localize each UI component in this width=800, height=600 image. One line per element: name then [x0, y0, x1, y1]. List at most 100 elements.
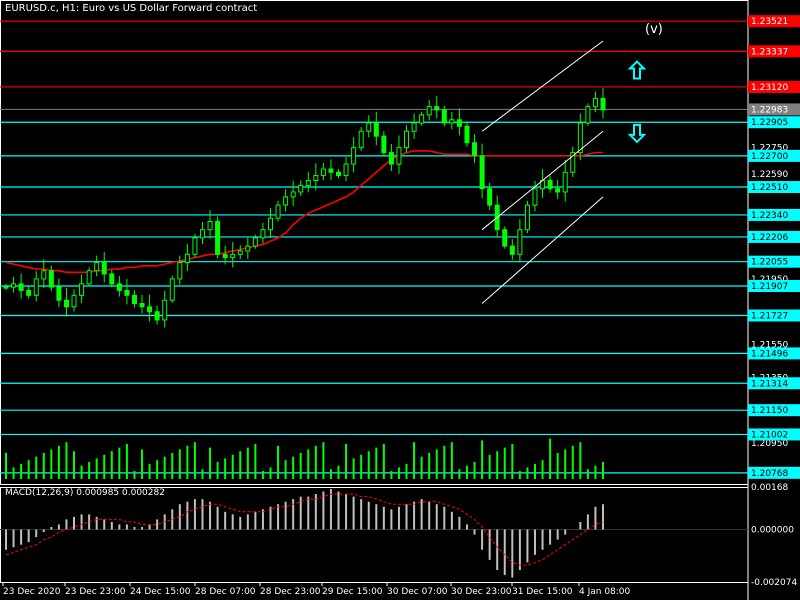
candle-body: [487, 188, 493, 206]
cyan-level-label: 1.21150: [751, 406, 788, 416]
macd-tick-label: 0.000000: [751, 526, 794, 536]
candle-body: [373, 122, 379, 137]
candle-body: [479, 155, 485, 190]
candle-body: [343, 163, 349, 177]
up-arrow-icon: [627, 60, 647, 80]
cyan-level-label: 1.22700: [751, 152, 788, 162]
candle-body: [290, 191, 296, 198]
candle-body: [502, 229, 508, 247]
time-label: 28 Dec 23:00: [260, 587, 321, 597]
candle-body: [283, 196, 289, 206]
candle-body: [464, 125, 470, 144]
candle-body: [592, 97, 598, 108]
main-frame: [0, 0, 749, 485]
candle-body: [63, 299, 69, 308]
price-scale: 1.227501.225901.219501.215501.213501.209…: [748, 15, 800, 588]
candle-body: [101, 262, 107, 275]
candle-body: [419, 114, 425, 124]
candle-body: [230, 253, 236, 259]
time-label: 28 Dec 07:00: [195, 587, 256, 597]
candle-body: [313, 175, 319, 181]
price-tick-label: 1.20950: [751, 439, 788, 449]
candle-body: [381, 135, 387, 154]
current-price-label: 1.22983: [751, 105, 788, 115]
candle-body: [215, 220, 221, 255]
macd-title: MACD(12,26,9) 0.000985 0.000282: [5, 488, 165, 498]
candle-body: [71, 294, 77, 308]
time-label: 30 Dec 07:00: [387, 587, 448, 597]
cyan-level-label: 1.22510: [751, 183, 788, 193]
candle-body: [147, 306, 153, 313]
candle-body: [207, 220, 213, 231]
candle-body: [56, 286, 62, 301]
candle-body: [169, 278, 175, 301]
macd-panel: [0, 489, 748, 578]
cyan-level-label: 1.21496: [751, 349, 788, 359]
candle-body: [79, 283, 85, 296]
candle-body: [472, 142, 478, 157]
time-label: 30 Dec 23:00: [451, 587, 512, 597]
cyan-level-label: 1.21727: [751, 312, 788, 322]
time-label: 4 Jan 08:00: [579, 587, 631, 597]
candle-body: [199, 229, 205, 239]
cyan-level-label: 1.21002: [751, 430, 788, 440]
candle-body: [33, 278, 39, 296]
candle-body: [48, 270, 54, 288]
candle-body: [328, 168, 334, 173]
candle-body: [222, 253, 228, 259]
candle-body: [351, 147, 357, 165]
macd-tick-label: 0.00168: [751, 483, 788, 493]
red-level-label: 1.23521: [751, 17, 788, 27]
candle-body: [41, 270, 47, 280]
candle-body: [260, 229, 266, 239]
price-chart[interactable]: 1.227501.225901.219501.215501.213501.209…: [0, 0, 800, 600]
time-axis: 23 Dec 2020 23 Dec 23:00 24 Dec 15:00 28 De…: [2, 582, 631, 597]
candle-body: [237, 250, 243, 255]
chart-title: EURUSD.c, H1: Euro vs US Dollar Forward …: [5, 3, 258, 14]
candle-body: [154, 311, 160, 321]
candle-body: [94, 262, 100, 272]
candle-body: [3, 286, 9, 289]
candle-body: [388, 152, 394, 165]
macd-tick-label: -0.002074: [751, 578, 797, 588]
candle-body: [305, 179, 311, 186]
candle-body: [109, 273, 115, 285]
candle-body: [396, 147, 402, 165]
candle-body: [275, 204, 281, 219]
candle-body: [532, 188, 538, 206]
candle-body: [411, 122, 417, 132]
cyan-level-label: 1.21907: [751, 282, 788, 292]
candle-body: [600, 97, 606, 111]
candle-body: [524, 204, 530, 231]
candle-body: [18, 283, 24, 291]
candle-body: [585, 106, 591, 124]
time-label: 23 Dec 23:00: [65, 587, 126, 597]
candle-body: [184, 253, 190, 264]
candle-body: [555, 188, 561, 193]
cyan-level-label: 1.22905: [751, 118, 788, 128]
candle-body: [562, 171, 568, 193]
candle-body: [434, 106, 440, 111]
candle-body: [245, 245, 251, 252]
candle-body: [441, 109, 447, 124]
candle-body: [267, 217, 273, 231]
macd-frame: [0, 487, 749, 583]
down-arrow-icon: [627, 123, 647, 144]
candle-body: [509, 245, 515, 255]
cyan-level-label: 1.22055: [751, 258, 788, 268]
candle-body: [449, 119, 455, 124]
candle-body: [336, 171, 342, 177]
candle-body: [11, 283, 17, 288]
candle-body: [358, 130, 364, 149]
candle-body: [192, 237, 198, 255]
trend-line: [481, 196, 604, 304]
candle-body: [252, 237, 258, 247]
candle-body: [86, 270, 92, 285]
candle-body: [517, 229, 523, 255]
red-level-label: 1.23337: [751, 47, 788, 57]
candles: [3, 88, 606, 328]
candle-body: [26, 289, 32, 296]
arrow-markers: [627, 60, 647, 144]
cyan-level-label: 1.21314: [751, 379, 788, 389]
trend-line: [481, 40, 604, 132]
